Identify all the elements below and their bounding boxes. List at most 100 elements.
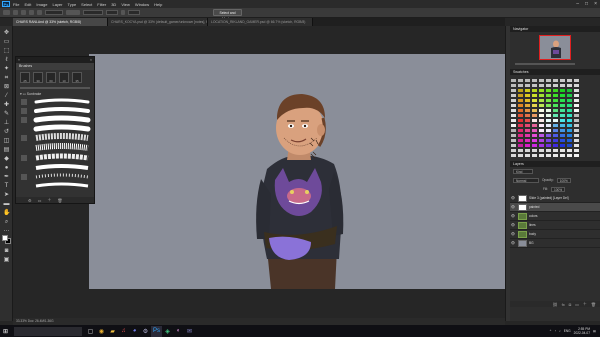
- language-indicator[interactable]: ENG: [564, 329, 571, 333]
- layer-row[interactable]: 👁 colors: [510, 212, 600, 221]
- lasso-tool-icon[interactable]: ℓ: [3, 57, 10, 64]
- visibility-eye-icon[interactable]: 👁: [510, 214, 516, 218]
- zoom-tool-icon[interactable]: ⌕: [3, 219, 10, 226]
- menu-help[interactable]: Help: [154, 2, 162, 7]
- collapse-icon[interactable]: «: [18, 58, 20, 62]
- menu-image[interactable]: Image: [36, 2, 47, 7]
- eraser-tool-icon[interactable]: ◫: [3, 138, 10, 145]
- menu-3d[interactable]: 3D: [111, 2, 116, 7]
- select-and-mask-button[interactable]: Select and Mask...: [213, 9, 242, 21]
- color-swatch[interactable]: [517, 153, 524, 158]
- brush-preset[interactable]: 30: [33, 72, 43, 83]
- tray-expand-icon[interactable]: ^: [550, 329, 552, 333]
- opacity-field[interactable]: 100%: [556, 178, 571, 183]
- layer-row[interactable]: 👁 Slide 3 (painted) [Layer Del]: [510, 194, 600, 203]
- hand-tool-icon[interactable]: ✋: [3, 210, 10, 217]
- menu-window[interactable]: Window: [135, 2, 149, 7]
- close-icon[interactable]: ×: [90, 58, 92, 62]
- visibility-eye-icon[interactable]: 👁: [510, 223, 516, 227]
- app-icon[interactable]: ◈: [162, 326, 173, 337]
- brushes-tab[interactable]: Brushes: [16, 63, 94, 70]
- pen-tool-icon[interactable]: ✒: [3, 174, 10, 181]
- delete-layer-icon[interactable]: 🗑: [591, 302, 596, 307]
- color-swatch[interactable]: [573, 153, 580, 158]
- minimize-icon[interactable]: –: [576, 1, 579, 7]
- app-icon[interactable]: ◐: [173, 326, 184, 337]
- layer-row[interactable]: 👁 body: [510, 230, 600, 239]
- document-tab[interactable]: LOCATION_RIKLAND_GAMER.psd @ 66.7% (sket…: [208, 18, 313, 26]
- menu-file[interactable]: File: [13, 2, 19, 7]
- color-wheel-swatches[interactable]: [510, 78, 580, 158]
- height-field[interactable]: [128, 10, 140, 15]
- type-tool-icon[interactable]: T: [3, 183, 10, 190]
- delete-brush-icon[interactable]: 🗑: [57, 198, 62, 203]
- brush-preset[interactable]: 25: [20, 72, 30, 83]
- document-tab[interactable]: CHARS_KOCYA.psd @ 33% (default_gamer/unk…: [108, 18, 208, 26]
- screen-mode-icon[interactable]: ▣: [3, 257, 10, 264]
- path-selection-tool-icon[interactable]: ➤: [3, 192, 10, 199]
- layer-row[interactable]: 👁 BG: [510, 239, 600, 248]
- dodge-tool-icon[interactable]: ●: [3, 165, 10, 172]
- new-selection-icon[interactable]: [13, 10, 18, 15]
- clock[interactable]: 2:55 PM 2022-04-07: [574, 327, 590, 335]
- color-swatch[interactable]: [524, 153, 531, 158]
- color-swatch[interactable]: [566, 153, 573, 158]
- color-swatch[interactable]: [545, 153, 552, 158]
- blend-mode-select[interactable]: Normal: [513, 178, 539, 183]
- navigator-zoom-slider[interactable]: [515, 63, 575, 65]
- close-icon[interactable]: ×: [594, 1, 597, 7]
- visibility-eye-icon[interactable]: 👁: [510, 205, 516, 209]
- menu-select[interactable]: Select: [81, 2, 92, 7]
- add-mask-icon[interactable]: ◘: [569, 302, 571, 307]
- task-view-icon[interactable]: ▢: [85, 326, 96, 337]
- layer-row[interactable]: 👁 lines: [510, 221, 600, 230]
- menu-filter[interactable]: Filter: [97, 2, 106, 7]
- brush-stroke-list[interactable]: [16, 97, 96, 197]
- app-icon[interactable]: ✉: [184, 326, 195, 337]
- crop-tool-icon[interactable]: ⌗: [3, 75, 10, 82]
- new-layer-icon[interactable]: ＋: [583, 301, 587, 307]
- move-tool-icon[interactable]: ✥: [3, 30, 10, 37]
- style-select[interactable]: [83, 10, 103, 15]
- intersect-selection-icon[interactable]: [37, 10, 42, 15]
- brush-preset[interactable]: 10: [59, 72, 69, 83]
- brush-preset[interactable]: 60: [46, 72, 56, 83]
- visibility-eye-icon[interactable]: 👁: [510, 241, 516, 245]
- color-swatch[interactable]: [531, 153, 538, 158]
- network-icon[interactable]: ◔: [554, 329, 556, 333]
- frame-tool-icon[interactable]: ⊠: [3, 84, 10, 91]
- new-brush-icon[interactable]: ＋: [47, 197, 51, 203]
- shape-tool-icon[interactable]: ▬: [3, 201, 10, 208]
- fill-field[interactable]: 100%: [550, 187, 565, 192]
- feather-field[interactable]: [45, 10, 63, 15]
- new-folder-icon[interactable]: ▭: [38, 198, 42, 203]
- color-swatch[interactable]: [538, 153, 545, 158]
- blur-tool-icon[interactable]: ◆: [3, 156, 10, 163]
- subtract-selection-icon[interactable]: [29, 10, 34, 15]
- brush-settings-icon[interactable]: ⚙: [28, 198, 32, 203]
- menu-view[interactable]: View: [121, 2, 130, 7]
- more-tools-icon[interactable]: …: [3, 227, 10, 234]
- artboard-tool-icon[interactable]: ▭: [3, 39, 10, 46]
- notifications-icon[interactable]: ▤: [593, 329, 596, 333]
- gradient-tool-icon[interactable]: ▤: [3, 147, 10, 154]
- discord-icon[interactable]: ◕: [129, 326, 140, 337]
- add-selection-icon[interactable]: [21, 10, 26, 15]
- brush-preset[interactable]: 35: [72, 72, 82, 83]
- link-layers-icon[interactable]: ⛓: [553, 302, 558, 307]
- navigator-preview[interactable]: [539, 35, 571, 60]
- brush-tool-icon[interactable]: ✎: [3, 111, 10, 118]
- document-canvas[interactable]: [89, 54, 505, 289]
- swap-icon[interactable]: [121, 10, 125, 15]
- menu-type[interactable]: Type: [68, 2, 77, 7]
- anti-alias-checkbox[interactable]: [66, 10, 80, 15]
- healing-tool-icon[interactable]: ✚: [3, 102, 10, 109]
- file-explorer-icon[interactable]: ▰: [107, 326, 118, 337]
- color-swatch[interactable]: [552, 153, 559, 158]
- taskbar-search-box[interactable]: [14, 326, 82, 336]
- tool-preset-icon[interactable]: [3, 10, 10, 15]
- document-tab-active[interactable]: CHARS RANLAnd @ 33% (sketch, RGB/8): [13, 18, 108, 26]
- visibility-eye-icon[interactable]: 👁: [510, 196, 516, 200]
- menu-edit[interactable]: Edit: [24, 2, 31, 7]
- brush-size-slider[interactable]: [20, 87, 90, 89]
